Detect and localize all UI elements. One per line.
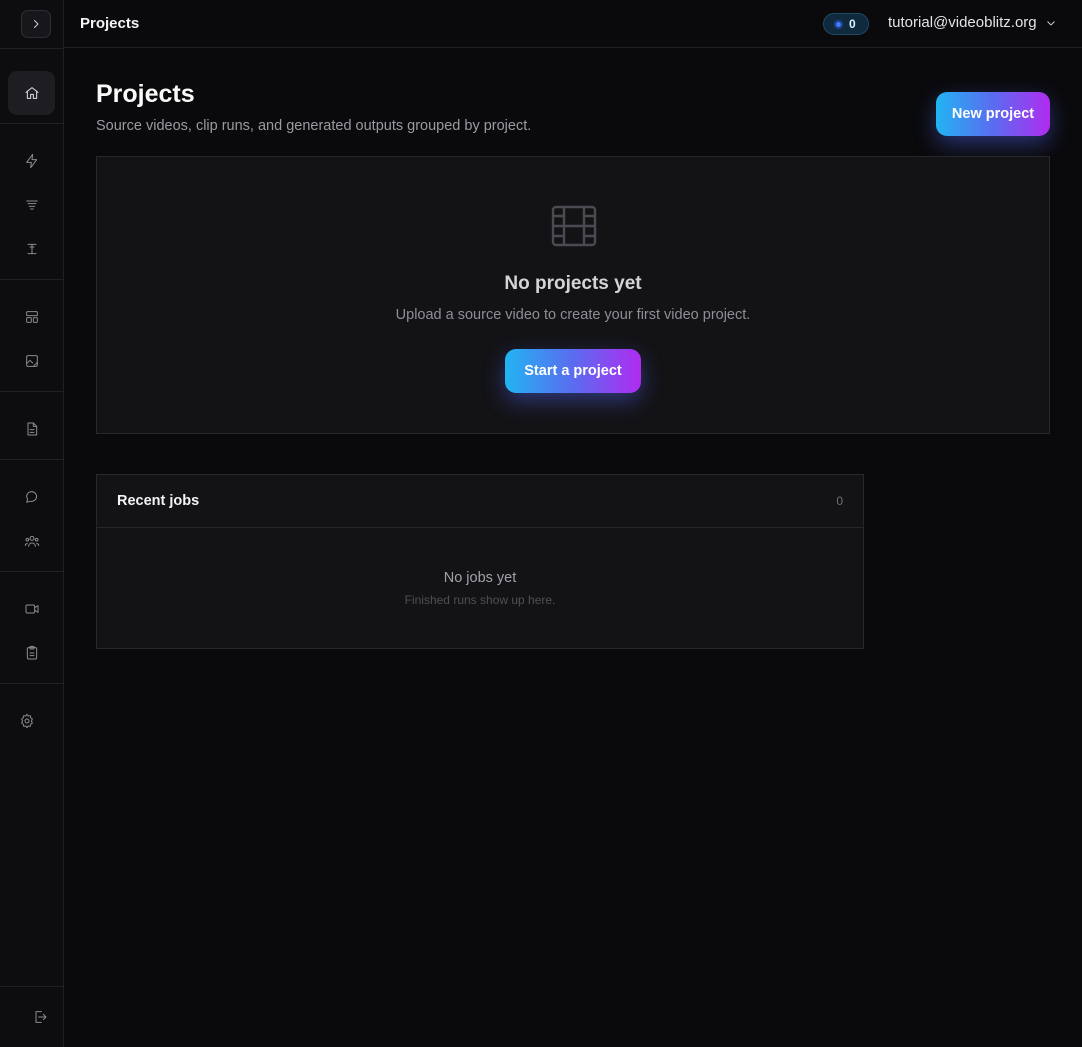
credits-badge[interactable]: 0 [823, 13, 869, 35]
chat-bubble-icon [25, 491, 37, 503]
sidebar-item-quick-clip[interactable] [8, 139, 55, 183]
new-project-button[interactable]: New project [936, 92, 1050, 136]
film-icon [550, 204, 598, 248]
page-subtitle: Source videos, clip runs, and generated … [96, 118, 532, 134]
filter-lines-icon [25, 200, 38, 210]
sidebar-item-documents[interactable] [8, 407, 55, 451]
sidebar-item-videos[interactable] [8, 587, 55, 631]
account-menu[interactable]: tutorial@videoblitz.org [888, 14, 1057, 31]
start-project-button[interactable]: Start a project [505, 349, 641, 393]
recent-jobs-header: Recent jobs 0 [97, 475, 863, 528]
sidebar-item-team[interactable] [8, 519, 55, 563]
credit-coin-icon [834, 19, 843, 29]
sidebar-divider [0, 571, 63, 572]
jobs-empty-description: Finished runs show up here. [404, 593, 556, 607]
recent-jobs-title: Recent jobs [117, 493, 200, 509]
sidebar-item-settings[interactable] [3, 699, 50, 743]
sidebar-item-chat[interactable] [8, 475, 55, 519]
recent-jobs-count: 0 [836, 494, 843, 508]
empty-state-description: Upload a source video to create your fir… [395, 307, 751, 323]
sidebar-divider [0, 279, 63, 280]
clipboard-icon [26, 645, 37, 660]
sidebar-expand-button[interactable] [21, 10, 51, 38]
top-bar: Projects 0 tutorial@videoblitz.org [64, 0, 1082, 48]
sidebar-divider [0, 123, 63, 124]
sidebar [0, 0, 64, 1047]
empty-state-title: No projects yet [504, 273, 642, 294]
sidebar-item-text[interactable] [8, 227, 55, 271]
layout-template-icon [25, 311, 38, 323]
sidebar-item-home[interactable] [8, 71, 55, 115]
lightning-icon [25, 153, 37, 169]
sidebar-divider [0, 459, 63, 460]
chevron-down-icon [1046, 20, 1055, 26]
video-camera-icon [25, 604, 38, 614]
image-edit-icon [25, 355, 38, 367]
chevron-right-icon [34, 20, 39, 28]
users-icon [24, 535, 39, 547]
sidebar-divider [0, 48, 63, 49]
document-icon [27, 422, 37, 436]
sidebar-item-templates[interactable] [8, 295, 55, 339]
sidebar-divider [0, 986, 63, 987]
home-icon [25, 87, 38, 99]
sidebar-item-image-edit[interactable] [8, 339, 55, 383]
recent-jobs-panel: Recent jobs 0 No jobs yet Finished runs … [96, 474, 864, 649]
logout-button[interactable] [16, 995, 63, 1039]
sidebar-divider [0, 391, 63, 392]
sidebar-divider [0, 683, 63, 684]
text-cursor-icon [27, 243, 36, 255]
credits-count: 0 [849, 17, 856, 31]
jobs-empty-title: No jobs yet [443, 570, 517, 586]
settings-gear-icon [20, 713, 33, 729]
app-root: Projects 0 tutorial@videoblitz.org Proje… [0, 0, 1082, 1047]
topbar-title: Projects [80, 15, 140, 32]
sidebar-item-filters[interactable] [8, 183, 55, 227]
logout-icon [35, 1011, 46, 1023]
sidebar-item-tasks[interactable] [8, 631, 55, 675]
account-email: tutorial@videoblitz.org [888, 14, 1037, 31]
page-title: Projects [96, 80, 195, 108]
